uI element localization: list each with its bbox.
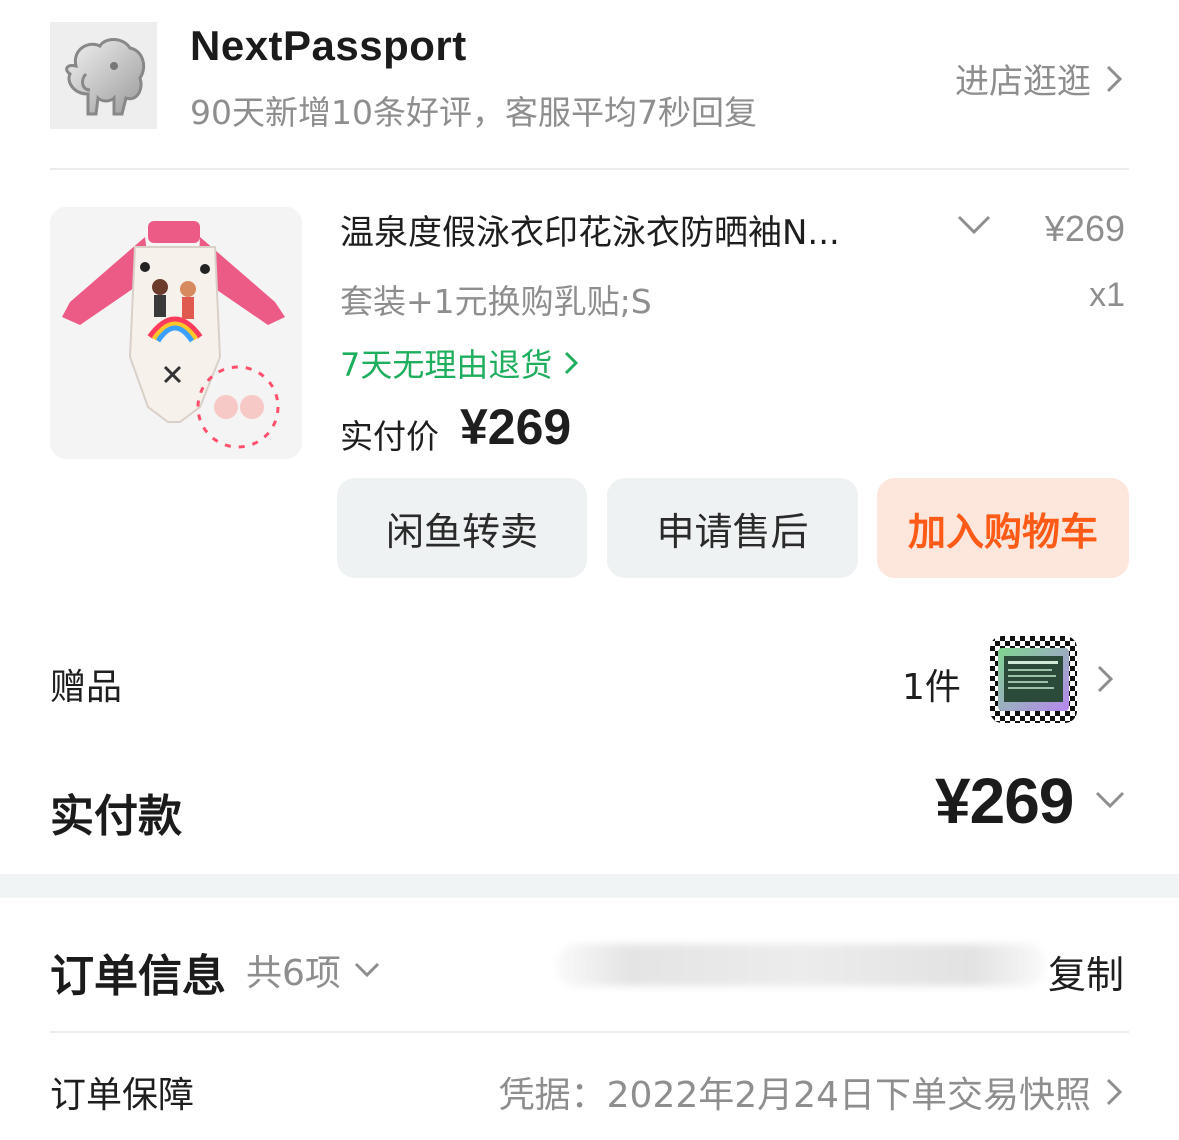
order-info-count: 共6项 bbox=[246, 953, 341, 994]
paid-price-label: 实付价 bbox=[340, 417, 439, 456]
total-paid-label: 实付款 bbox=[50, 791, 182, 842]
order-guarantee-link[interactable]: 凭据：2022年2月24日下单交易快照 bbox=[499, 1066, 1123, 1118]
resell-button[interactable]: 闲鱼转卖 bbox=[337, 478, 587, 578]
gift-image-icon bbox=[990, 636, 1077, 723]
order-info-expand[interactable]: 共6项 bbox=[246, 944, 381, 996]
chevron-down-icon bbox=[354, 962, 379, 978]
divider bbox=[50, 168, 1129, 170]
gift-thumbnail[interactable] bbox=[990, 636, 1077, 723]
after-sale-button[interactable]: 申请售后 bbox=[607, 478, 858, 578]
order-guarantee-label: 订单保障 bbox=[50, 1075, 195, 1116]
enter-store-label: 进店逛逛 bbox=[955, 62, 1091, 102]
chevron-down-icon[interactable] bbox=[956, 214, 992, 236]
elephant-logo-icon bbox=[64, 37, 145, 115]
gift-label: 赠品 bbox=[50, 667, 123, 708]
store-description: 90天新增10条好评，客服平均7秒回复 bbox=[190, 93, 757, 132]
copy-button[interactable]: 复制 bbox=[1048, 944, 1124, 999]
return-policy-label: 7天无理由退货 bbox=[340, 346, 553, 384]
product-quantity: x1 bbox=[1089, 276, 1125, 314]
product-price: ¥269 bbox=[1044, 208, 1125, 249]
section-separator bbox=[0, 874, 1179, 898]
return-policy-link[interactable]: 7天无理由退货 bbox=[340, 340, 579, 386]
order-guarantee-value: 凭据：2022年2月24日下单交易快照 bbox=[498, 1075, 1091, 1116]
chevron-right-icon bbox=[565, 351, 579, 375]
paid-price-value: ¥269 bbox=[460, 399, 572, 455]
enter-store-link[interactable]: 进店逛逛 bbox=[955, 54, 1123, 103]
store-name[interactable]: NextPassport bbox=[190, 22, 467, 70]
swimsuit-image-icon bbox=[50, 207, 302, 459]
order-info-title: 订单信息 bbox=[50, 951, 226, 1002]
chevron-down-icon[interactable] bbox=[1094, 790, 1126, 810]
store-logo[interactable] bbox=[50, 22, 157, 129]
product-image[interactable] bbox=[50, 207, 302, 459]
total-paid-value: ¥269 bbox=[935, 765, 1074, 837]
gift-count[interactable]: 1件 bbox=[902, 658, 961, 710]
product-title[interactable]: 温泉度假泳衣印花泳衣防晒袖N... bbox=[340, 205, 940, 254]
chevron-right-icon[interactable] bbox=[1096, 664, 1114, 694]
product-spec: 套装+1元换购乳贴;S bbox=[340, 282, 652, 321]
add-to-cart-button[interactable]: 加入购物车 bbox=[877, 478, 1129, 578]
divider bbox=[50, 1031, 1129, 1033]
chevron-right-icon bbox=[1106, 1078, 1123, 1106]
order-number-redacted bbox=[556, 944, 1046, 986]
chevron-right-icon bbox=[1106, 65, 1123, 92]
